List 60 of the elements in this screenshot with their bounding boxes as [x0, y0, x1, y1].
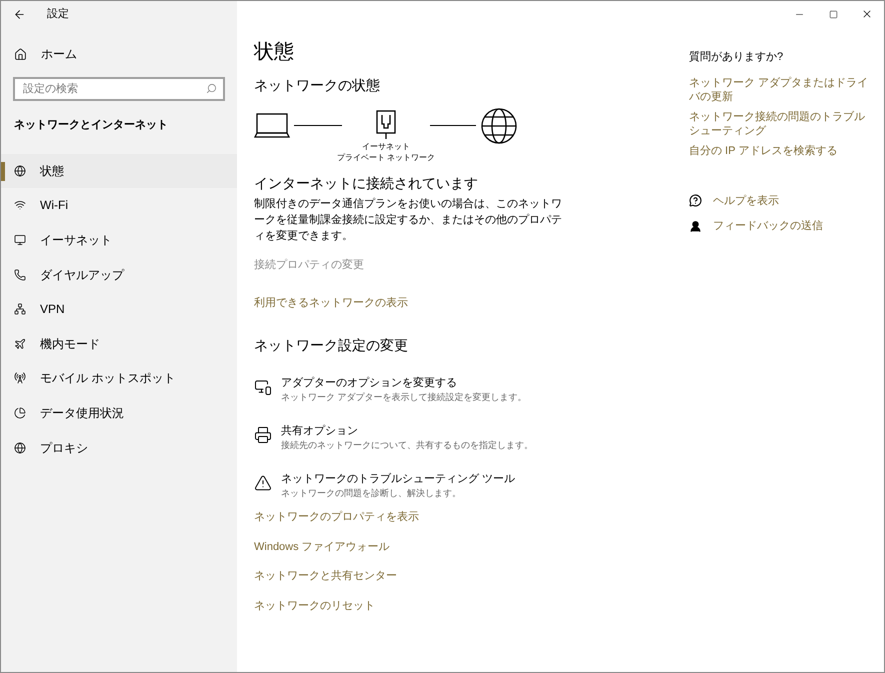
globe-icon — [14, 164, 26, 177]
link[interactable]: 自分の IP アドレスを検索する — [689, 144, 874, 158]
nav-item[interactable]: モバイル ホットスポット — [1, 361, 237, 396]
pie-chart-icon — [14, 406, 26, 419]
airplane-icon — [14, 338, 26, 350]
option-title: アダプターのオプションを変更する — [281, 376, 458, 390]
network-icon — [14, 303, 26, 316]
aside-heading: 質問がありますか? — [689, 50, 784, 65]
nav-item[interactable]: Wi-Fi — [1, 188, 237, 223]
nav-item[interactable]: データ使用状況 — [1, 396, 237, 430]
nav-item[interactable]: VPN — [1, 292, 237, 326]
section-heading: ネットワーク設定の変更 — [254, 336, 409, 355]
option-description: ネットワーク アダプターを表示して接続設定を変更します。 — [281, 391, 527, 404]
search-field[interactable]: 設定の検索 — [13, 77, 225, 101]
globe-icon — [14, 442, 26, 454]
nav-item[interactable]: イーサネット — [1, 222, 237, 258]
nav-item[interactable]: ダイヤルアップ — [1, 257, 237, 292]
option-description: 接続先のネットワークについて、共有するものを指定します。 — [281, 439, 533, 452]
option-item[interactable]: ネットワークのトラブルシューティング ツール ネットワークの問題を診断し、解決します。 — [254, 472, 673, 500]
status-description: 制限付きのデータ通信プランをお使いの場合は、このネットワークを従量制課金接続に設定するか、またはその他のプロパティを変更できます。 — [254, 196, 563, 244]
option-title: 共有オプション — [281, 424, 359, 438]
connection-name: イーサネット — [362, 141, 410, 152]
nav-item[interactable]: 状態 — [1, 154, 237, 188]
phone-icon — [14, 268, 26, 281]
home-icon — [14, 48, 27, 60]
home-link[interactable]: ホーム — [1, 41, 237, 67]
link[interactable]: ネットワークのプロパティを表示 — [254, 509, 419, 526]
help-link[interactable]: フィードバックの送信 — [689, 218, 874, 234]
back-arrow-icon — [12, 8, 26, 20]
section-heading: ネットワークの状態 — [254, 76, 381, 95]
globe-icon — [480, 108, 518, 144]
maximize-icon — [828, 10, 838, 18]
link[interactable]: ネットワークと共有センター — [254, 568, 397, 584]
nav-item[interactable]: プロキシ — [1, 430, 237, 465]
link[interactable]: ネットワーク アダプタまたはドライバの更新 — [689, 76, 874, 104]
antenna-icon — [14, 372, 26, 384]
page-title: 状態 — [254, 40, 295, 65]
laptop-icon — [254, 113, 290, 139]
link[interactable]: 利用できるネットワークの表示 — [254, 294, 408, 311]
warning-icon — [254, 474, 272, 492]
person-icon — [689, 220, 702, 233]
link[interactable]: Windows ファイアウォール — [254, 538, 390, 555]
link[interactable]: ネットワーク接続の問題のトラブルシューティング — [689, 110, 874, 138]
section-title: ネットワークとインターネット — [13, 118, 169, 133]
window-title: 設定 — [47, 6, 69, 22]
option-item[interactable]: 共有オプション 接続先のネットワークについて、共有するものを指定します。 — [254, 424, 673, 452]
network-type: プライベート ネットワーク — [336, 152, 436, 163]
ethernet-port-icon — [376, 110, 396, 140]
close-icon — [861, 8, 873, 20]
option-description: ネットワークの問題を診断し、解決します。 — [281, 487, 462, 500]
option-title: ネットワークのトラブルシューティング ツール — [281, 472, 516, 486]
link[interactable]: ネットワークのリセット — [254, 598, 375, 614]
help-icon — [689, 194, 702, 208]
search-icon — [206, 83, 217, 94]
option-item[interactable]: アダプターのオプションを変更する ネットワーク アダプターを表示して接続設定を変更します。 — [254, 376, 673, 404]
connection-status: インターネットに接続されています — [254, 174, 479, 193]
help-link[interactable]: ヘルプを表示 — [689, 192, 874, 209]
nav-item[interactable]: 機内モード — [1, 326, 237, 362]
printer-icon — [254, 426, 272, 444]
monitor-icon — [14, 234, 26, 246]
